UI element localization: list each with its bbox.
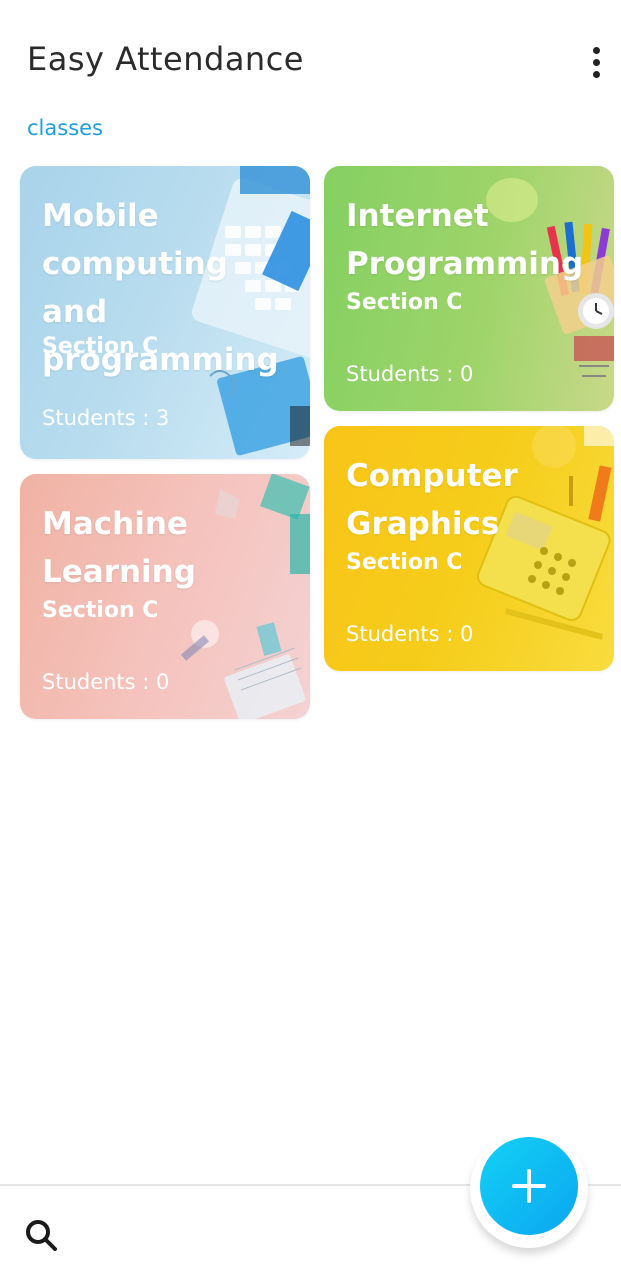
class-section: Section C <box>346 290 463 315</box>
student-count: Students : 0 <box>346 362 474 386</box>
class-title: Computer Graphics <box>346 458 518 542</box>
class-section: Section C <box>42 334 159 359</box>
plus-icon <box>512 1169 546 1203</box>
overflow-menu-button[interactable] <box>580 42 612 82</box>
search-button[interactable] <box>22 1216 62 1256</box>
class-section: Section C <box>346 550 463 575</box>
search-icon <box>26 1220 57 1251</box>
app-title: Easy Attendance <box>27 40 304 78</box>
class-section: Section C <box>42 598 159 623</box>
class-card-mobile-computing[interactable]: Mobile computing and programming Section… <box>20 166 310 459</box>
class-card-internet-programming[interactable]: Internet Programming Section C Students … <box>324 166 614 411</box>
classes-label: classes <box>27 116 103 140</box>
add-class-button[interactable] <box>480 1137 578 1235</box>
class-card-computer-graphics[interactable]: Computer Graphics Section C Students : 0 <box>324 426 614 671</box>
class-title: Internet Programming <box>346 198 584 282</box>
class-card-machine-learning[interactable]: Machine Learning Section C Students : 0 <box>20 474 310 719</box>
class-title: Machine Learning <box>42 506 196 590</box>
more-vertical-icon <box>592 46 600 54</box>
student-count: Students : 0 <box>346 622 474 646</box>
student-count: Students : 0 <box>42 670 170 694</box>
student-count: Students : 3 <box>42 406 170 430</box>
